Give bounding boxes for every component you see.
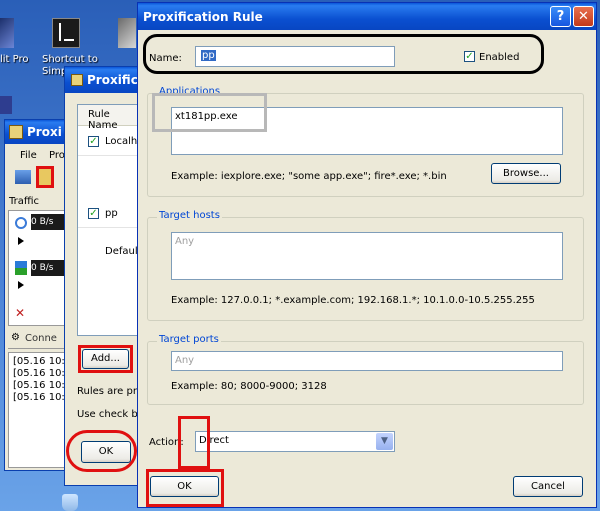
desktop-icon-c[interactable] [0, 96, 12, 114]
rule-checkbox[interactable]: ✓ [88, 208, 99, 219]
rate-value-2: 0 B/s [31, 263, 54, 273]
rule-dialog-title: Proxification Rule [143, 10, 263, 24]
proxifier-main-title: Proxi [27, 125, 62, 139]
desktop-icon-a[interactable] [0, 18, 14, 48]
rule-row[interactable]: Default [78, 239, 142, 265]
log-line: [05.16 10: [13, 380, 65, 391]
browse-button[interactable]: Browse... [491, 163, 561, 184]
help-button[interactable]: ? [550, 6, 571, 27]
rules-dialog-titlebar[interactable]: Proxifica [65, 67, 146, 93]
rules-ok-button[interactable]: OK [81, 441, 131, 463]
rules-info-2: Use check bo [77, 409, 144, 420]
rule-checkbox[interactable]: ✓ [88, 136, 99, 147]
menu-profile[interactable]: Pro [49, 150, 65, 161]
add-rule-button[interactable]: Add... [78, 345, 133, 373]
target-ports-legend: Target ports [157, 334, 221, 345]
toolbar-proxies-icon[interactable] [15, 170, 31, 184]
connections-label: Conne [25, 333, 57, 344]
target-ports-placeholder: Any [175, 355, 195, 366]
cmd-underline-icon [64, 39, 74, 41]
applications-example: Example: iexplore.exe; "some app.exe"; f… [171, 171, 447, 182]
log-line: [05.16 10: [13, 356, 65, 367]
log-line: [05.16 10: [13, 368, 65, 379]
log-line: [05.16 10: [13, 392, 65, 403]
browse-label: Browse... [503, 168, 549, 179]
rule-row[interactable]: ✓ Localho [78, 129, 143, 156]
chevron-down-icon[interactable]: ▼ [376, 433, 393, 450]
traffic-label: Traffic [9, 196, 40, 207]
close-button[interactable]: ✕ [573, 6, 594, 27]
name-row-annotation [143, 34, 544, 74]
target-hosts-placeholder: Any [175, 236, 195, 247]
rule-row[interactable]: ✓ pp [78, 201, 142, 228]
rule-dialog-titlebar[interactable]: Proxification Rule ? ✕ [138, 3, 596, 30]
desktop-icon-label: lit Pro [0, 54, 29, 65]
add-rule-label: Add... [91, 353, 120, 364]
download-arrows-icon [15, 261, 27, 275]
target-hosts-example: Example: 127.0.0.1; *.example.com; 192.1… [171, 295, 535, 306]
rule-name: pp [105, 208, 118, 219]
cancel-button[interactable]: Cancel [513, 476, 583, 497]
action-select[interactable]: Direct ▼ [195, 431, 395, 452]
cancel-label: Cancel [531, 481, 565, 492]
ok-annotation [146, 469, 224, 507]
rules-dialog: Proxifica Rule Name ✓ Localho ✓ pp Defau… [64, 66, 146, 486]
play-arrow-icon [18, 237, 24, 245]
connections-icon: ⚙ [11, 332, 20, 343]
play-arrow-icon-2 [18, 281, 24, 289]
rate-value: 0 B/s [31, 217, 54, 227]
target-ports-field[interactable]: Any [171, 351, 563, 371]
add-rule-button-face: Add... [82, 349, 129, 369]
clear-stats-icon[interactable]: ✕ [15, 307, 27, 319]
rules-dialog-icon [71, 74, 83, 86]
action-annotation [178, 416, 210, 469]
shortcut-icon[interactable] [52, 18, 80, 48]
target-hosts-legend: Target hosts [157, 210, 222, 221]
rules-ok-label: OK [98, 446, 114, 457]
clock-icon [15, 217, 27, 229]
rules-list-header[interactable]: Rule Name [78, 105, 142, 131]
flask-icon[interactable] [62, 494, 78, 511]
applications-annotation [152, 93, 267, 132]
target-ports-example: Example: 80; 8000-9000; 3128 [171, 381, 327, 392]
target-hosts-field[interactable]: Any [171, 232, 563, 280]
rules-info-1: Rules are pro [77, 386, 143, 397]
rules-list: Rule Name ✓ Localho ✓ pp Default [77, 104, 143, 336]
desktop-icon-b[interactable] [118, 18, 136, 48]
rule-name-column: Rule Name [88, 109, 118, 131]
shortcut-label: Shortcut to [42, 54, 98, 65]
cmd-cursor-icon [59, 23, 61, 41]
toolbar-rules-button[interactable] [36, 166, 54, 188]
proxifier-app-icon [9, 125, 23, 139]
menu-file[interactable]: File [20, 150, 37, 161]
